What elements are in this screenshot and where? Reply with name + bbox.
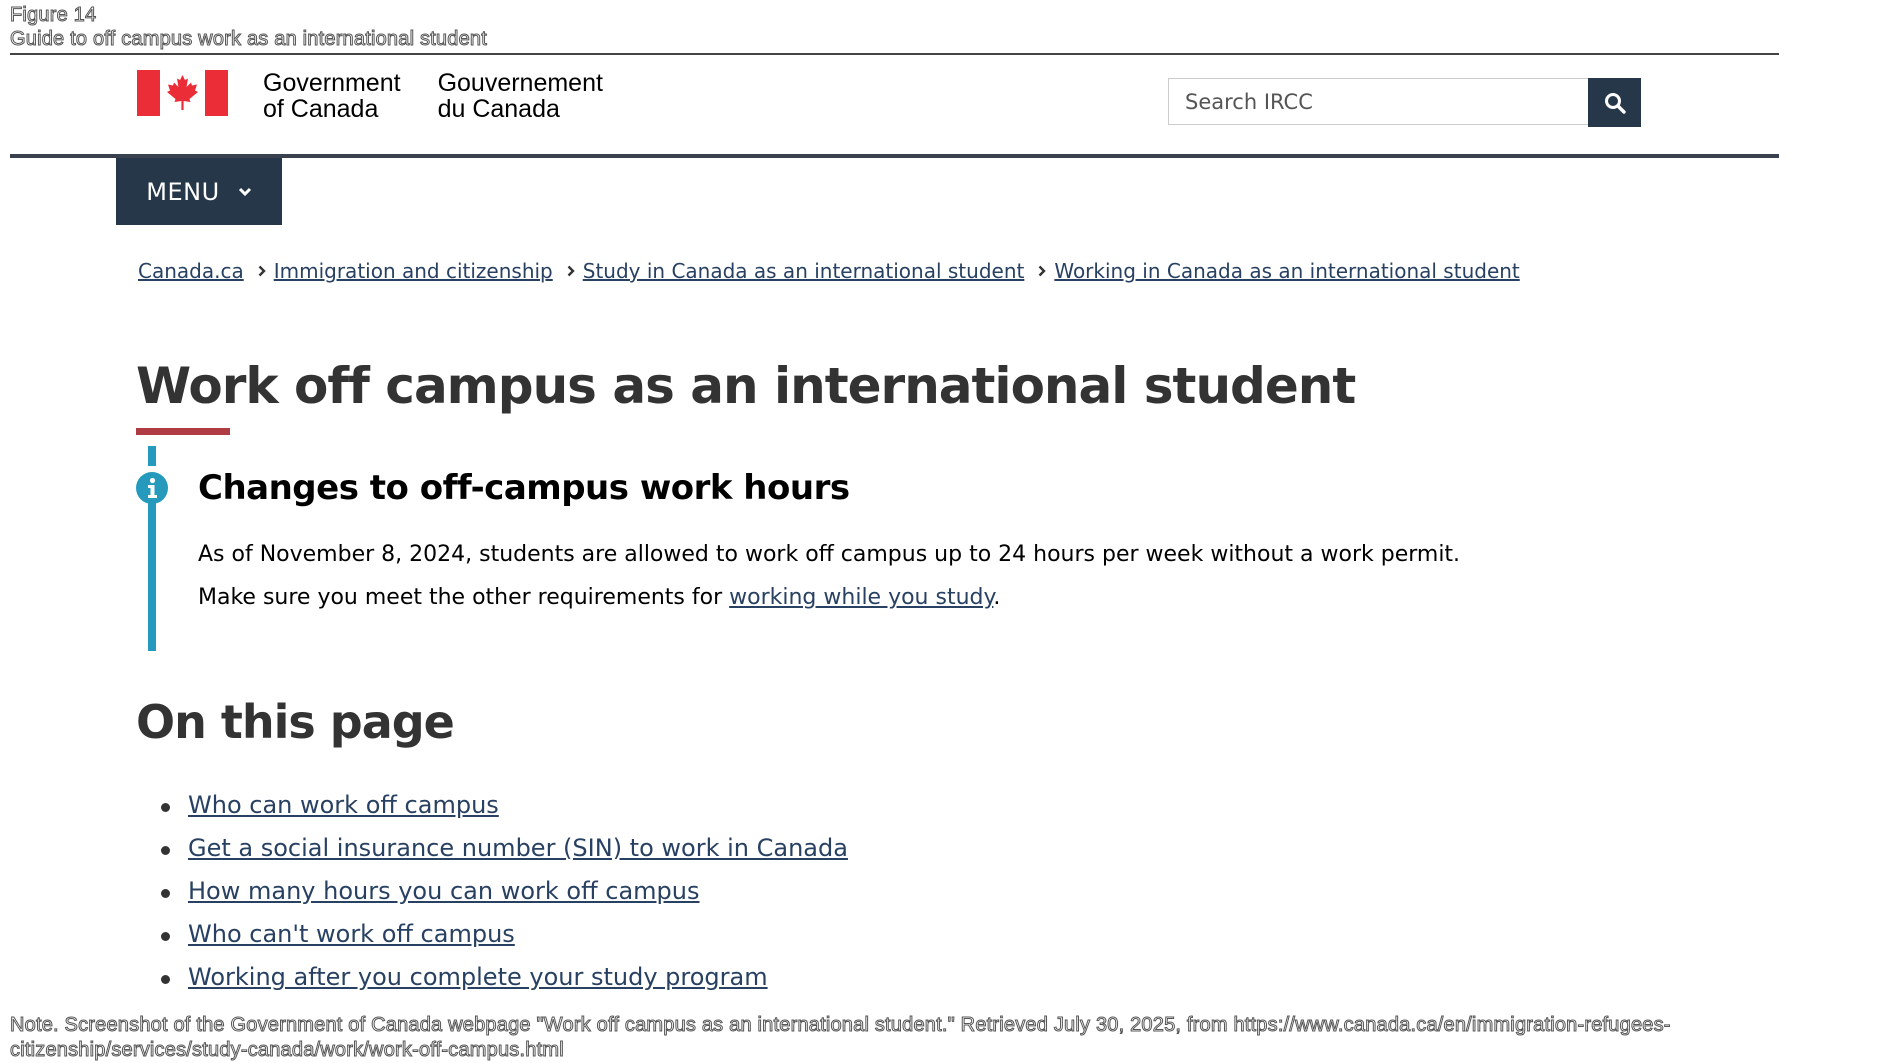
breadcrumb: Canada.ca Immigration and citizenship St… xyxy=(138,259,1520,283)
figure-note: Note. Screenshot of the Government of Ca… xyxy=(10,1014,1671,1062)
chevron-right-icon xyxy=(1038,265,1047,277)
signature-fr-line2: du Canada xyxy=(437,95,560,123)
alert-line-2: Make sure you meet the other requirement… xyxy=(198,576,1460,619)
on-this-page-list: Who can work off campus Get a social ins… xyxy=(156,784,848,997)
signature-en-line2: of Canada xyxy=(263,95,379,123)
figure-label: Figure 14 xyxy=(9,4,97,27)
list-item: Get a social insurance number (SIN) to w… xyxy=(156,827,848,870)
breadcrumb-study-in-canada[interactable]: Study in Canada as an international stud… xyxy=(583,259,1025,283)
toc-link-who-can-work[interactable]: Who can work off campus xyxy=(188,791,499,819)
signature-en-line1: Government xyxy=(263,69,401,97)
toc-link-working-after-study[interactable]: Working after you complete your study pr… xyxy=(188,963,768,991)
info-icon xyxy=(136,472,168,504)
list-item: Working after you complete your study pr… xyxy=(156,956,848,997)
title-underline xyxy=(136,428,230,435)
breadcrumb-working-in-canada[interactable]: Working in Canada as an international st… xyxy=(1054,259,1519,283)
alert-line-2-prefix: Make sure you meet the other requirement… xyxy=(198,585,730,610)
alert-line-2-suffix: . xyxy=(993,585,1001,610)
chevron-down-icon xyxy=(238,187,251,196)
toc-link-how-many-hours[interactable]: How many hours you can work off campus xyxy=(188,877,699,905)
search-icon xyxy=(1604,92,1626,114)
toc-link-who-cant-work[interactable]: Who can't work off campus xyxy=(188,920,515,948)
menu-label: MENU xyxy=(146,177,220,206)
toc-link-get-sin[interactable]: Get a social insurance number (SIN) to w… xyxy=(188,834,848,862)
search-input[interactable] xyxy=(1168,78,1588,125)
canada-flag-icon xyxy=(137,70,228,116)
figure-title: Guide to off campus work as an internati… xyxy=(10,28,488,51)
breadcrumb-canada-ca[interactable]: Canada.ca xyxy=(138,259,244,283)
webpage: Government of Canada Gouvernement du Can… xyxy=(10,55,1779,997)
chevron-right-icon xyxy=(258,265,266,277)
page-title: Work off campus as an international stud… xyxy=(136,357,1356,415)
signature-fr-line1: Gouvernement xyxy=(437,69,603,97)
search-button[interactable] xyxy=(1588,78,1641,127)
search-form xyxy=(1168,78,1641,127)
alert-heading: Changes to off-campus work hours xyxy=(198,468,850,508)
on-this-page-heading: On this page xyxy=(136,695,455,749)
working-while-you-study-link[interactable]: working while you study xyxy=(729,585,993,610)
list-item: How many hours you can work off campus xyxy=(156,870,848,913)
government-of-canada-signature[interactable]: Government of Canada Gouvernement du Can… xyxy=(137,70,603,122)
chevron-right-icon xyxy=(567,265,575,277)
menu-button[interactable]: MENU xyxy=(116,158,282,225)
list-item: Who can work off campus xyxy=(156,784,848,827)
list-item: Who can't work off campus xyxy=(156,913,848,956)
breadcrumb-immigration[interactable]: Immigration and citizenship xyxy=(274,259,553,283)
signature-english: Government of Canada xyxy=(263,70,401,122)
alert-body: As of November 8, 2024, students are all… xyxy=(198,533,1460,619)
signature-french: Gouvernement du Canada xyxy=(438,70,603,122)
alert-line-1: As of November 8, 2024, students are all… xyxy=(198,542,1461,567)
